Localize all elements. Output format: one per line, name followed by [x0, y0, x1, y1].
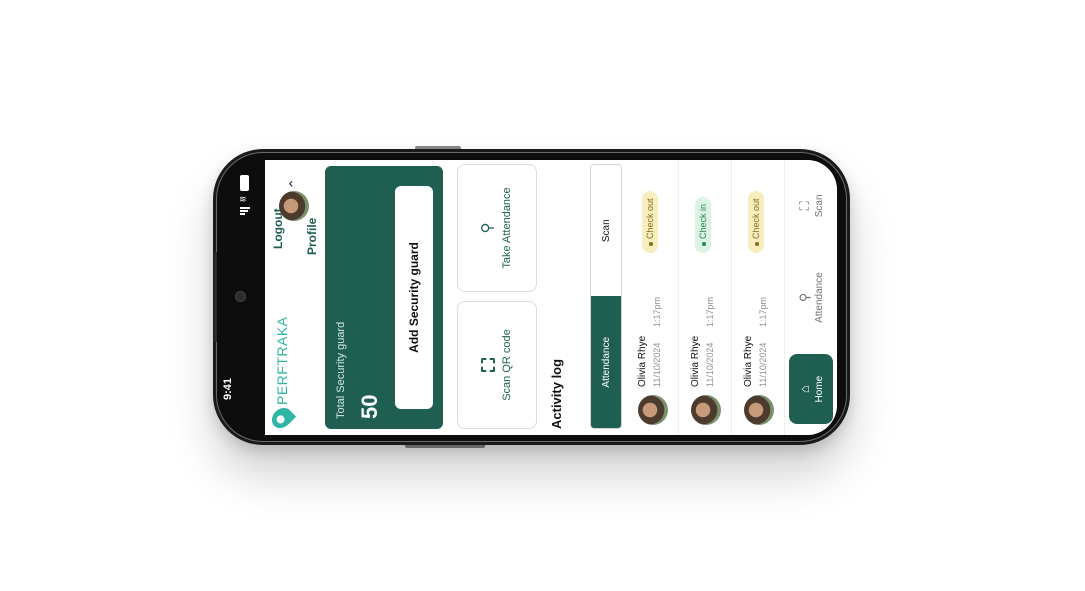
scan-qr-button[interactable]: Scan QR code — [457, 301, 537, 429]
total-guards-count: 50 — [357, 394, 382, 419]
take-attendance-button[interactable]: ⚲ Take Attendance — [457, 164, 537, 292]
screen: PERFTRAKA Logout Profile ‹ Total Securit… — [265, 160, 837, 435]
tab-attendance[interactable]: Attendance — [591, 296, 621, 428]
total-guards-label: Total Security guard — [335, 321, 347, 419]
nav-scan[interactable]: ⛶ Scan — [796, 171, 825, 241]
person-icon: ⚲ — [479, 222, 496, 234]
avatar[interactable] — [279, 191, 309, 221]
activity-log-title: Activity log — [549, 358, 564, 429]
scan-icon: ⛶ — [796, 201, 812, 211]
nav-attendance[interactable]: ⚲ Attendance — [796, 263, 825, 333]
scan-qr-label: Scan QR code — [501, 329, 513, 401]
status-dot-icon — [648, 242, 653, 246]
list-item[interactable]: Olivia Rhye 11/10/2024 1:17pm Check out — [732, 160, 785, 435]
bottom-nav: ⌂ Home ⚲ Attendance ⛶ Scan — [785, 160, 837, 435]
person-icon: ⚲ — [796, 292, 812, 303]
log-date: 11/10/2024 — [758, 342, 768, 387]
tab-attendance-label: Attendance — [600, 336, 612, 388]
log-time: 1:17pm — [705, 296, 715, 327]
status-badge-label: Check out — [751, 198, 761, 239]
nav-attendance-label: Attendance — [813, 272, 825, 323]
tab-scan-label: Scan — [600, 219, 612, 243]
status-time: 9:41 — [222, 377, 234, 400]
tab-scan[interactable]: Scan — [591, 165, 621, 297]
nav-home[interactable]: ⌂ Home — [789, 354, 833, 425]
brand-logo: PERFTRAKA — [267, 316, 297, 433]
side-button — [214, 252, 217, 342]
hero-card: Total Security guard 50 Add Security gua… — [325, 166, 443, 429]
qr-scan-icon — [481, 358, 495, 372]
camera — [235, 291, 246, 302]
chevron-down-icon[interactable]: ‹ — [289, 175, 294, 191]
log-time: 1:17pm — [652, 296, 662, 327]
nav-scan-label: Scan — [813, 194, 825, 218]
profile-link[interactable]: Profile — [305, 218, 319, 255]
list-item[interactable]: Olivia Rhye 11/10/2024 1:17pm Check out — [626, 160, 679, 435]
profile-menu: Logout Profile — [265, 165, 325, 295]
guard-name: Olivia Rhye — [637, 335, 648, 387]
status-badge: Check out — [642, 191, 658, 253]
status-badge-label: Check in — [698, 203, 708, 239]
log-time: 1:17pm — [758, 296, 768, 327]
status-dot-icon — [754, 242, 759, 246]
status-badge: Check in — [695, 196, 711, 253]
activity-tabs: Attendance Scan — [590, 164, 622, 429]
take-attendance-label: Take Attendance — [501, 187, 513, 269]
status-dot-icon — [701, 242, 706, 246]
guard-name: Olivia Rhye — [743, 335, 754, 387]
nav-home-label: Home — [813, 375, 825, 403]
signal-icon — [240, 207, 250, 217]
status-icons: ≋ — [238, 175, 252, 219]
avatar — [691, 395, 721, 425]
avatar — [744, 395, 774, 425]
log-date: 11/10/2024 — [705, 342, 715, 387]
stage: 9:41 ≋ PERFTRAKA Logout Profile ‹ Total … — [0, 0, 1085, 591]
activity-list: Olivia Rhye 11/10/2024 1:17pm Check out … — [626, 160, 785, 435]
app: PERFTRAKA Logout Profile ‹ Total Securit… — [265, 160, 837, 435]
add-security-guard-button[interactable]: Add Security guard — [395, 186, 433, 409]
log-date: 11/10/2024 — [652, 342, 662, 387]
battery-icon — [240, 175, 249, 191]
home-icon: ⌂ — [796, 385, 812, 394]
brand-icon — [267, 403, 297, 433]
brand-name: PERFTRAKA — [274, 316, 290, 405]
status-badge: Check out — [748, 191, 764, 253]
guard-name: Olivia Rhye — [690, 335, 701, 387]
wifi-icon: ≋ — [239, 194, 247, 204]
avatar — [638, 395, 668, 425]
list-item[interactable]: Olivia Rhye 11/10/2024 1:17pm Check in — [679, 160, 732, 435]
status-badge-label: Check out — [645, 198, 655, 239]
